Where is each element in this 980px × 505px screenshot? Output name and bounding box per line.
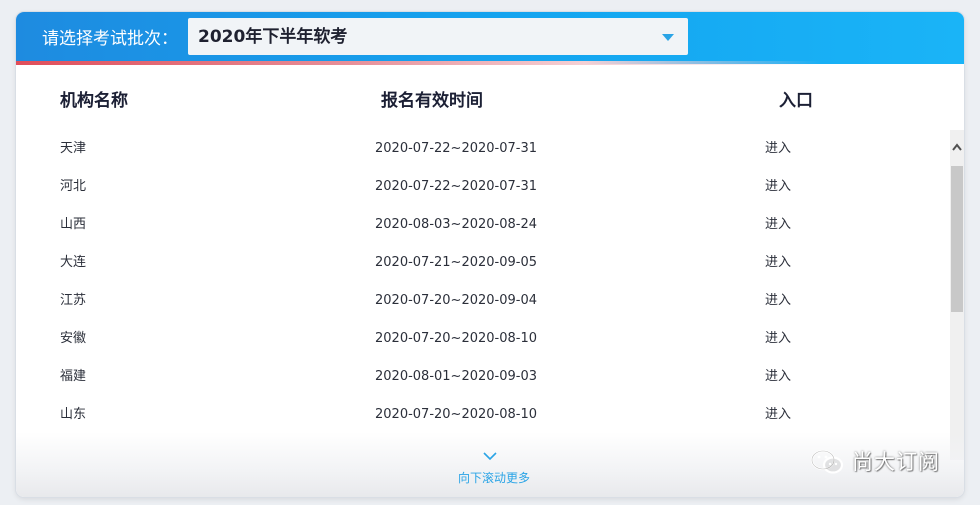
table-row: 天津 2020-07-22~2020-07-31 进入: [16, 130, 950, 168]
registration-period: 2020-07-20~2020-08-10: [375, 331, 537, 346]
registration-period: 2020-07-22~2020-07-31: [375, 141, 537, 156]
column-header-entry: 入口: [779, 91, 813, 111]
entry-link[interactable]: 进入: [765, 368, 791, 386]
registration-period: 2020-07-20~2020-09-04: [375, 293, 537, 308]
table-row: 大连 2020-07-21~2020-09-05 进入: [16, 244, 950, 282]
entry-link[interactable]: 进入: [765, 330, 791, 348]
entry-link[interactable]: 进入: [765, 140, 791, 158]
chevron-down-icon[interactable]: [482, 450, 498, 462]
entry-link[interactable]: 进入: [765, 292, 791, 310]
dropdown-caret-icon[interactable]: [662, 34, 674, 41]
table-row: 河北 2020-07-22~2020-07-31 进入: [16, 168, 950, 206]
entry-link[interactable]: 进入: [765, 406, 791, 424]
table-row: 江苏 2020-07-20~2020-09-04 进入: [16, 282, 950, 320]
batch-select[interactable]: 2020年下半年软考: [188, 18, 688, 55]
institution-name: 河北: [60, 179, 87, 194]
table-row: 山东 2020-07-20~2020-08-10 进入: [16, 396, 950, 434]
registration-period: 2020-07-21~2020-09-05: [375, 255, 537, 270]
registration-period: 2020-08-03~2020-08-24: [375, 217, 537, 232]
list-scrollbar[interactable]: [950, 130, 964, 460]
entry-link[interactable]: 进入: [765, 178, 791, 196]
table-row: 安徽 2020-07-20~2020-08-10 进入: [16, 320, 950, 358]
institution-name: 福建: [60, 369, 87, 384]
batch-label: 请选择考试批次：: [42, 29, 178, 49]
registration-card: 请选择考试批次： 2020年下半年软考 机构名称 报名有效时间 入口 天津 20…: [16, 12, 964, 497]
column-header-period: 报名有效时间: [381, 91, 483, 111]
entry-link[interactable]: 进入: [765, 216, 791, 234]
registration-period: 2020-08-01~2020-09-03: [375, 369, 537, 384]
institution-name: 江苏: [60, 293, 87, 308]
institution-name: 山东: [60, 407, 87, 422]
entry-link[interactable]: 进入: [765, 254, 791, 272]
scroll-thumb[interactable]: [951, 166, 963, 312]
watermark-text: 尚大订阅: [852, 450, 940, 474]
header-accent-line: [16, 61, 964, 65]
column-header-institution: 机构名称: [60, 91, 128, 111]
institution-name: 山西: [60, 217, 87, 232]
table-row: 山西 2020-08-03~2020-08-24 进入: [16, 206, 950, 244]
chevron-up-icon: [952, 143, 962, 151]
batch-select-value: 2020年下半年软考: [198, 27, 348, 47]
watermark: 尚大订阅: [808, 445, 940, 479]
table-row: 福建 2020-08-01~2020-09-03 进入: [16, 358, 950, 396]
registration-period: 2020-07-20~2020-08-10: [375, 407, 537, 422]
institution-name: 天津: [60, 141, 87, 156]
institution-name: 大连: [60, 255, 87, 270]
scroll-up-button[interactable]: [950, 130, 964, 166]
scroll-more-link[interactable]: 向下滚动更多: [454, 470, 534, 486]
institution-name: 安徽: [60, 331, 87, 346]
wechat-icon: [810, 449, 844, 474]
registration-period: 2020-07-22~2020-07-31: [375, 179, 537, 194]
batch-header-bar: 请选择考试批次： 2020年下半年软考: [16, 12, 964, 64]
